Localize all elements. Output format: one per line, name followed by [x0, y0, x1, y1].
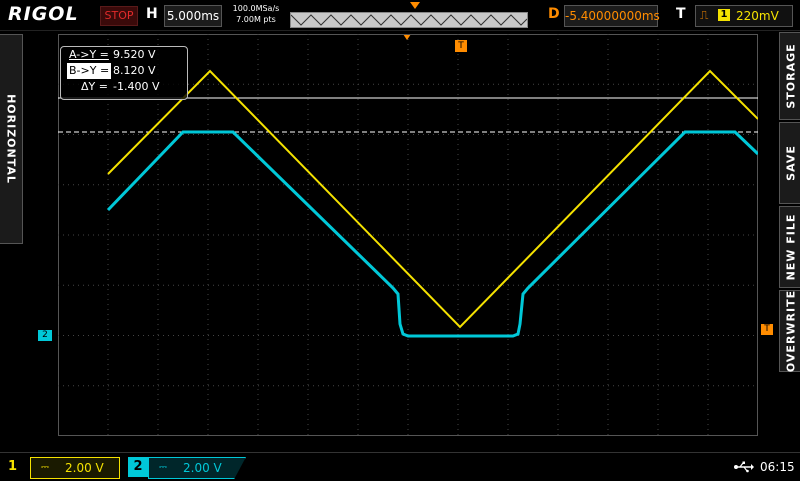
acquisition-info: 100.0MSa/s 7.00M pts — [230, 3, 282, 25]
horizontal-tab-label: HORIZONTAL — [4, 94, 18, 184]
save-tab[interactable]: SAVE — [779, 122, 800, 204]
run-stop-indicator[interactable]: STOP — [100, 6, 138, 26]
cursor-b-row: B->Y = 8.120 V — [67, 63, 187, 79]
trigger-level-marker[interactable]: T — [761, 324, 773, 335]
ch2-offset-marker[interactable]: 2 — [38, 330, 52, 341]
horizontal-label: H — [146, 6, 158, 22]
cursor-readout: A->Y = 9.520 V B->Y = 8.120 V ΔY = -1.40… — [60, 46, 188, 100]
trigger-position-flag[interactable]: T — [455, 40, 467, 52]
save-tab-label: SAVE — [784, 145, 797, 181]
dc-coupling-icon: ⎓ — [41, 462, 49, 473]
sample-rate: 100.0MSa/s — [232, 4, 280, 13]
ch2-waveform — [106, 130, 758, 338]
dc-coupling-icon: ⎓ — [159, 462, 167, 473]
cursor-b-label: B->Y = — [67, 63, 112, 79]
ch2-scale: 2.00 V — [183, 461, 222, 475]
storage-tab[interactable]: STORAGE — [779, 32, 800, 120]
trigger-settings[interactable]: ⎍ 1 220mV — [695, 5, 793, 27]
cursor-b-value: 8.120 V — [113, 64, 156, 77]
trigger-source-badge: 1 — [718, 9, 730, 21]
timebase-value[interactable]: 5.000ms — [164, 5, 222, 27]
usb-icon — [734, 461, 754, 473]
brand-logo: RIGOL — [8, 3, 79, 25]
new-file-tab-label: NEW FILE — [784, 213, 797, 281]
storage-tab-label: STORAGE — [784, 43, 797, 109]
delay-label: D — [548, 6, 560, 22]
channel-status-bar: 1 ⎓ 2.00 V 2 ⎓ 2.00 V 06:15 — [0, 452, 800, 481]
ch2-number[interactable]: 2 — [128, 457, 148, 477]
trigger-label: T — [676, 6, 686, 22]
trigger-position-marker — [410, 2, 420, 9]
cursor-delta-row: ΔY = -1.400 V — [67, 79, 187, 95]
memory-overview-strip[interactable] — [290, 12, 528, 28]
new-file-tab[interactable]: NEW FILE — [779, 206, 800, 288]
ch1-waveform — [107, 69, 758, 329]
cursor-delta-label: ΔY = — [81, 80, 108, 93]
memory-overview-waveform — [291, 14, 527, 26]
horizontal-menu-tab[interactable]: HORIZONTAL — [0, 34, 23, 244]
delay-value[interactable]: -5.40000000ms — [564, 5, 660, 27]
overwrite-tab[interactable]: OVERWRITE — [779, 290, 800, 372]
cursor-a-value: 9.520 V — [113, 48, 156, 61]
overwrite-tab-label: OVERWRITE — [784, 289, 797, 373]
ch1-settings[interactable]: ⎓ 2.00 V — [30, 457, 120, 479]
clock: 06:15 — [760, 460, 795, 474]
cursor-delta-value: -1.400 V — [113, 80, 160, 93]
top-status-bar: RIGOL STOP H 5.000ms 100.0MSa/s 7.00M pt… — [0, 0, 800, 31]
memory-depth: 7.00M pts — [236, 15, 276, 24]
ch1-scale: 2.00 V — [65, 461, 104, 475]
cursor-a-label: A->Y = — [69, 48, 109, 61]
cursor-a-row: A->Y = 9.520 V — [67, 47, 187, 63]
rising-edge-icon: ⎍ — [700, 8, 709, 22]
softkey-menu: STORAGE SAVE NEW FILE OVERWRITE — [779, 32, 800, 372]
ch2-settings[interactable]: ⎓ 2.00 V — [148, 457, 246, 479]
ch1-number[interactable]: 1 — [8, 457, 28, 477]
trigger-level-value: 220mV — [736, 9, 779, 23]
